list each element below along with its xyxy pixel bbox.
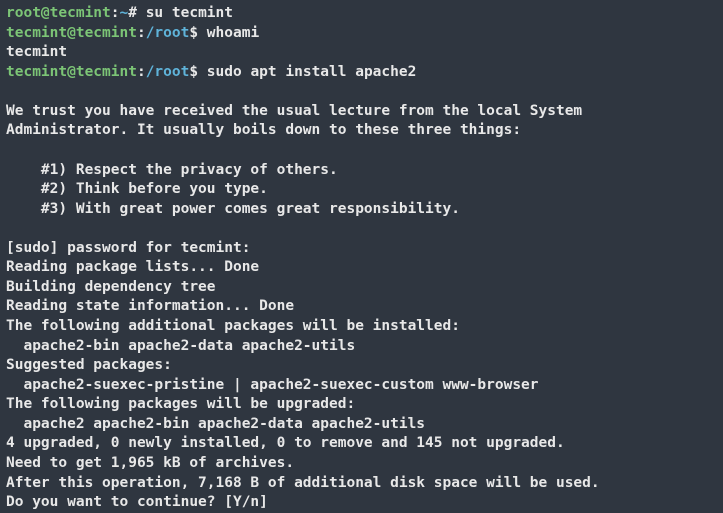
prompt-colon: :: [137, 25, 146, 41]
prompt-user: root: [6, 5, 41, 21]
prompt-host: tecmint: [76, 64, 137, 80]
blank-line: [6, 82, 717, 102]
prompt-symbol: $: [189, 64, 198, 80]
apt-summary: 4 upgraded, 0 newly installed, 0 to remo…: [6, 434, 717, 454]
command-sudo-apt: sudo apt install apache2: [198, 64, 416, 80]
sudo-lecture-1: We trust you have received the usual lec…: [6, 102, 717, 122]
terminal[interactable]: root@tecmint:~# su tecmint tecmint@tecmi…: [6, 4, 717, 513]
sudo-rule-3: #3) With great power comes great respons…: [6, 200, 717, 220]
prompt-path: ~: [120, 5, 129, 21]
prompt-line-tecmint-1: tecmint@tecmint:/root$ whoami: [6, 24, 717, 44]
apt-reading-state: Reading state information... Done: [6, 297, 717, 317]
apt-building-tree: Building dependency tree: [6, 278, 717, 298]
command-whoami: whoami: [198, 25, 259, 41]
prompt-line-root: root@tecmint:~# su tecmint: [6, 4, 717, 24]
command-su: su tecmint: [137, 5, 233, 21]
prompt-host: tecmint: [76, 25, 137, 41]
prompt-colon: :: [137, 64, 146, 80]
apt-disk-space: After this operation, 7,168 B of additio…: [6, 474, 717, 494]
prompt-colon: :: [111, 5, 120, 21]
apt-upgraded-packages: apache2 apache2-bin apache2-data apache2…: [6, 415, 717, 435]
prompt-host: tecmint: [50, 5, 111, 21]
apt-upgraded-header: The following packages will be upgraded:: [6, 395, 717, 415]
apt-additional-packages-header: The following additional packages will b…: [6, 317, 717, 337]
prompt-at: @: [67, 64, 76, 80]
sudo-password-prompt: [sudo] password for tecmint:: [6, 239, 717, 259]
sudo-rule-1: #1) Respect the privacy of others.: [6, 161, 717, 181]
prompt-symbol: #: [128, 5, 137, 21]
sudo-rule-2: #2) Think before you type.: [6, 180, 717, 200]
output-whoami: tecmint: [6, 43, 717, 63]
prompt-user: tecmint: [6, 25, 67, 41]
apt-reading-lists: Reading package lists... Done: [6, 258, 717, 278]
prompt-user: tecmint: [6, 64, 67, 80]
apt-archive-size: Need to get 1,965 kB of archives.: [6, 454, 717, 474]
prompt-line-tecmint-2: tecmint@tecmint:/root$ sudo apt install …: [6, 63, 717, 83]
apt-suggested-packages: apache2-suexec-pristine | apache2-suexec…: [6, 376, 717, 396]
prompt-at: @: [67, 25, 76, 41]
prompt-at: @: [41, 5, 50, 21]
apt-suggested-header: Suggested packages:: [6, 356, 717, 376]
prompt-path: /root: [146, 64, 190, 80]
prompt-symbol: $: [189, 25, 198, 41]
apt-continue-prompt[interactable]: Do you want to continue? [Y/n]: [6, 493, 717, 513]
prompt-path: /root: [146, 25, 190, 41]
blank-line: [6, 219, 717, 239]
sudo-lecture-2: Administrator. It usually boils down to …: [6, 121, 717, 141]
blank-line: [6, 141, 717, 161]
apt-additional-packages: apache2-bin apache2-data apache2-utils: [6, 337, 717, 357]
